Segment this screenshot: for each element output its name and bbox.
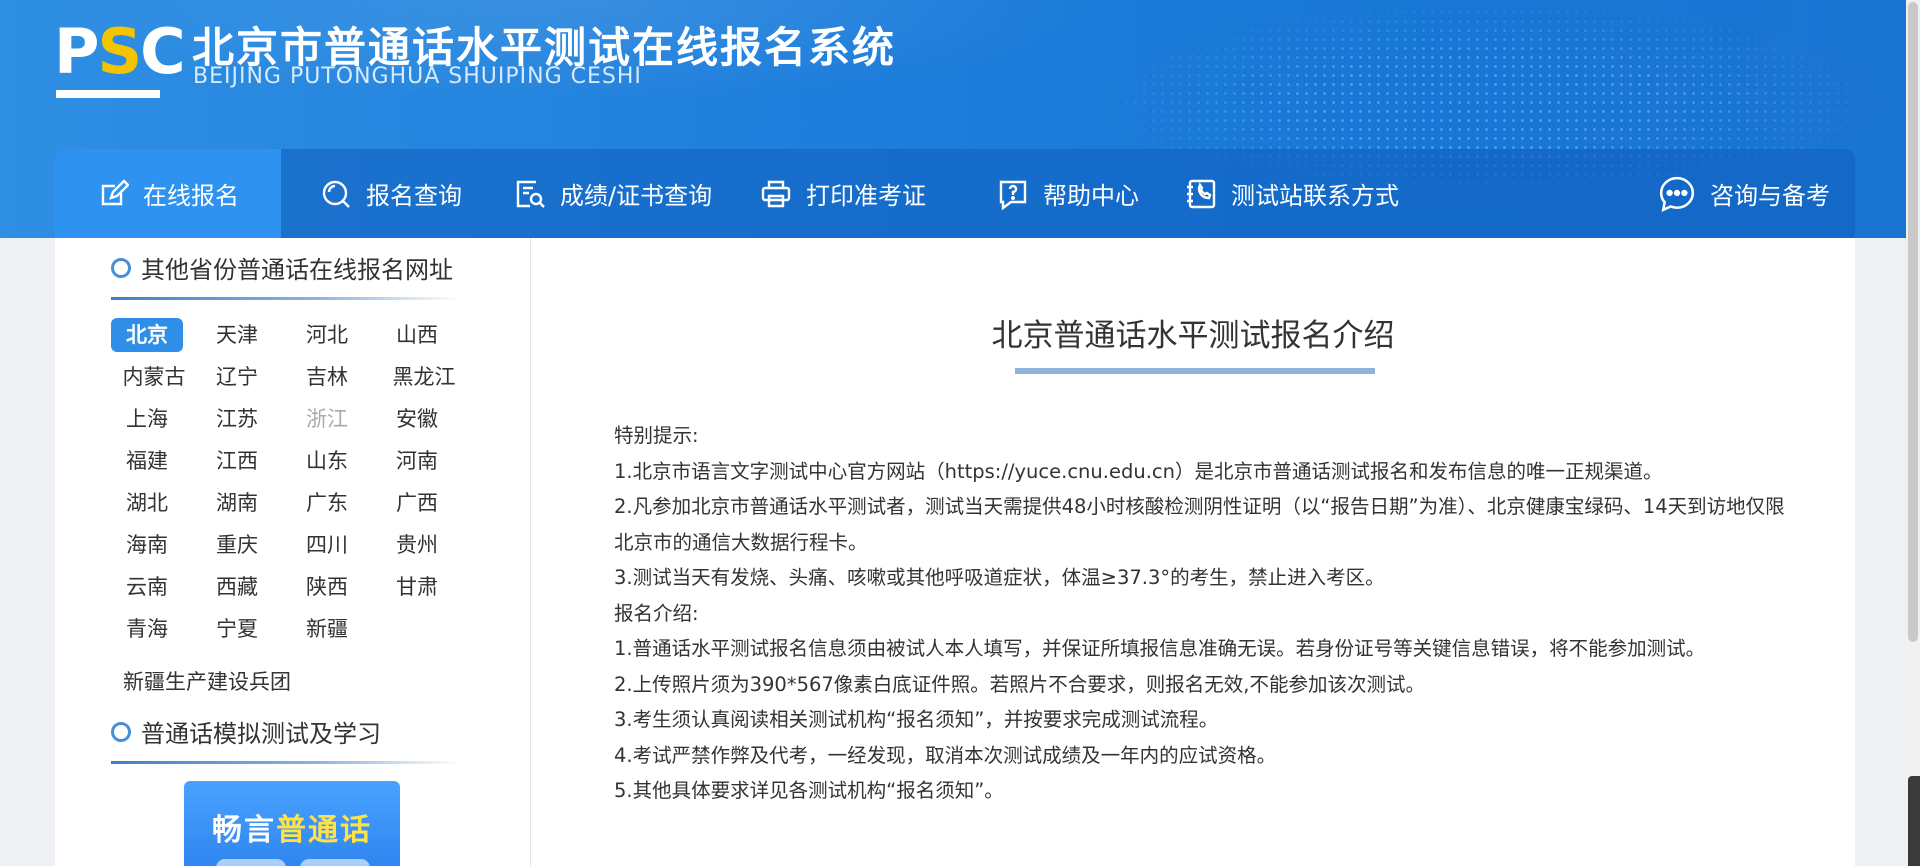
nav-print-admission-ticket[interactable]: 打印准考证 [760,149,926,238]
province-link[interactable]: 山东 [291,444,363,478]
province-link[interactable]: 海南 [111,528,183,562]
main-article: 北京普通话水平测试报名介绍 特别提示: 1.北京市语言文字测试中心官方网站（ht… [531,238,1855,866]
site-subtitle: BEIJING PUTONGHUA SHUIPING CESHI [193,64,642,89]
scrollbar-thumb[interactable] [1908,2,1918,642]
province-link[interactable]: 黑龙江 [381,360,467,394]
province-link[interactable]: 湖北 [111,486,183,520]
province-link[interactable]: 内蒙古 [111,360,197,394]
province-link[interactable]: 陕西 [291,570,363,604]
nav-help-center[interactable]: 帮助中心 [997,149,1139,238]
province-link[interactable]: 江苏 [201,402,273,436]
province-link[interactable]: 广东 [291,486,363,520]
province-link[interactable]: 上海 [111,402,183,436]
printer-icon [761,180,791,207]
title-underline [1015,368,1375,374]
paragraph: 2.凡参加北京市普通话水平测试者，测试当天需提供48小时核酸检测阴性证明（以“报… [614,495,1785,554]
circle-bullet-icon [111,721,131,742]
sidebar-section-other-provinces: 其他省份普通话在线报名网址 [111,250,453,285]
province-link[interactable]: 新疆 [291,612,363,646]
nav-registration-query[interactable]: 报名查询 [320,149,462,238]
sidebar: 其他省份普通话在线报名网址 北京 天津 河北 山西 内蒙古 辽宁 吉林 黑龙江 … [55,238,531,866]
article-body: 特别提示: 1.北京市语言文字测试中心官方网站（https://yuce.cnu… [614,418,1794,809]
header-banner: PSC 北京市普通话水平测试在线报名系统 BEIJING PUTONGHUA S… [0,0,1920,238]
province-link[interactable]: 福建 [111,444,183,478]
logo-text: PSC [54,15,186,88]
province-link[interactable]: 山西 [381,318,453,352]
province-link[interactable]: 西藏 [201,570,273,604]
nav-consult-prepare[interactable]: 咨询与备考 [1658,149,1830,238]
province-link[interactable]: 宁夏 [201,612,273,646]
province-link[interactable]: 安徽 [381,402,453,436]
province-link[interactable]: 天津 [201,318,273,352]
search-icon [322,180,350,208]
edit-icon [101,178,129,205]
paragraph: 1.普通话水平测试报名信息须由被试人本人填写，并保证所填报信息准确无误。若身份证… [614,637,1706,660]
province-link[interactable]: 贵州 [381,528,453,562]
paragraph: 3.考生须认真阅读相关测试机构“报名须知”，并按要求完成测试流程。 [614,708,1219,731]
changyan-putonghua-banner[interactable]: 畅言普通话 [184,781,400,866]
help-icon [999,180,1027,210]
paragraph: 2.上传照片须为390*567像素白底证件照。若照片不合要求，则报名无效,不能参… [614,672,1425,696]
paragraph: 1.北京市语言文字测试中心官方网站（https://yuce.cnu.edu.c… [614,459,1663,483]
paragraph: 4.考试严禁作弊及代考，一经发现，取消本次测试成绩及一年内的应试资格。 [614,743,1277,767]
page-title: 北京普通话水平测试报名介绍 [991,318,1395,354]
province-link[interactable]: 青海 [111,612,183,646]
province-link[interactable]: 云南 [111,570,183,604]
floating-widget-tab[interactable] [1908,776,1920,866]
content-area: 其他省份普通话在线报名网址 北京 天津 河北 山西 内蒙古 辽宁 吉林 黑龙江 … [55,238,1855,866]
province-link[interactable]: 重庆 [201,528,273,562]
province-link[interactable]: 四川 [291,528,363,562]
province-link[interactable]: 河南 [381,444,453,478]
psc-logo[interactable]: PSC [54,12,186,98]
province-link: 浙江 [306,407,348,431]
province-link[interactable]: 江西 [201,444,273,478]
certificate-search-icon [516,180,545,208]
province-link[interactable]: 河北 [291,318,363,352]
province-link[interactable]: 辽宁 [201,360,273,394]
province-link[interactable]: 湖南 [201,486,273,520]
province-link[interactable]: 甘肃 [381,570,453,604]
nav-test-station-contacts[interactable]: 测试站联系方式 [1185,149,1399,238]
province-link-xjbt[interactable]: 新疆生产建设兵团 [123,666,291,696]
province-link[interactable]: 北京 [111,318,183,352]
paragraph: 5.其他具体要求详见各测试机构“报名须知”。 [614,779,1004,802]
chat-icon [1659,176,1695,212]
phone-book-icon [1187,179,1216,208]
province-link[interactable]: 吉林 [291,360,363,394]
province-link[interactable]: 广西 [381,486,453,520]
paragraph: 报名介绍: [614,601,699,625]
sidebar-section-mock-test: 普通话模拟测试及学习 [111,714,381,749]
circle-bullet-icon [111,257,131,278]
nav-score-certificate-query[interactable]: 成绩/证书查询 [514,149,712,238]
paragraph: 3.测试当天有发烧、头痛、咳嗽或其他呼吸道症状，体温≥37.3°的考生，禁止进入… [614,566,1385,589]
main-nav: 在线报名 报名查询 成绩/证书查询 打印准考证 帮助中心 测试站联系方式 咨询与… [55,149,1855,238]
paragraph: 特别提示: [614,424,699,447]
nav-online-registration[interactable]: 在线报名 [55,149,281,238]
